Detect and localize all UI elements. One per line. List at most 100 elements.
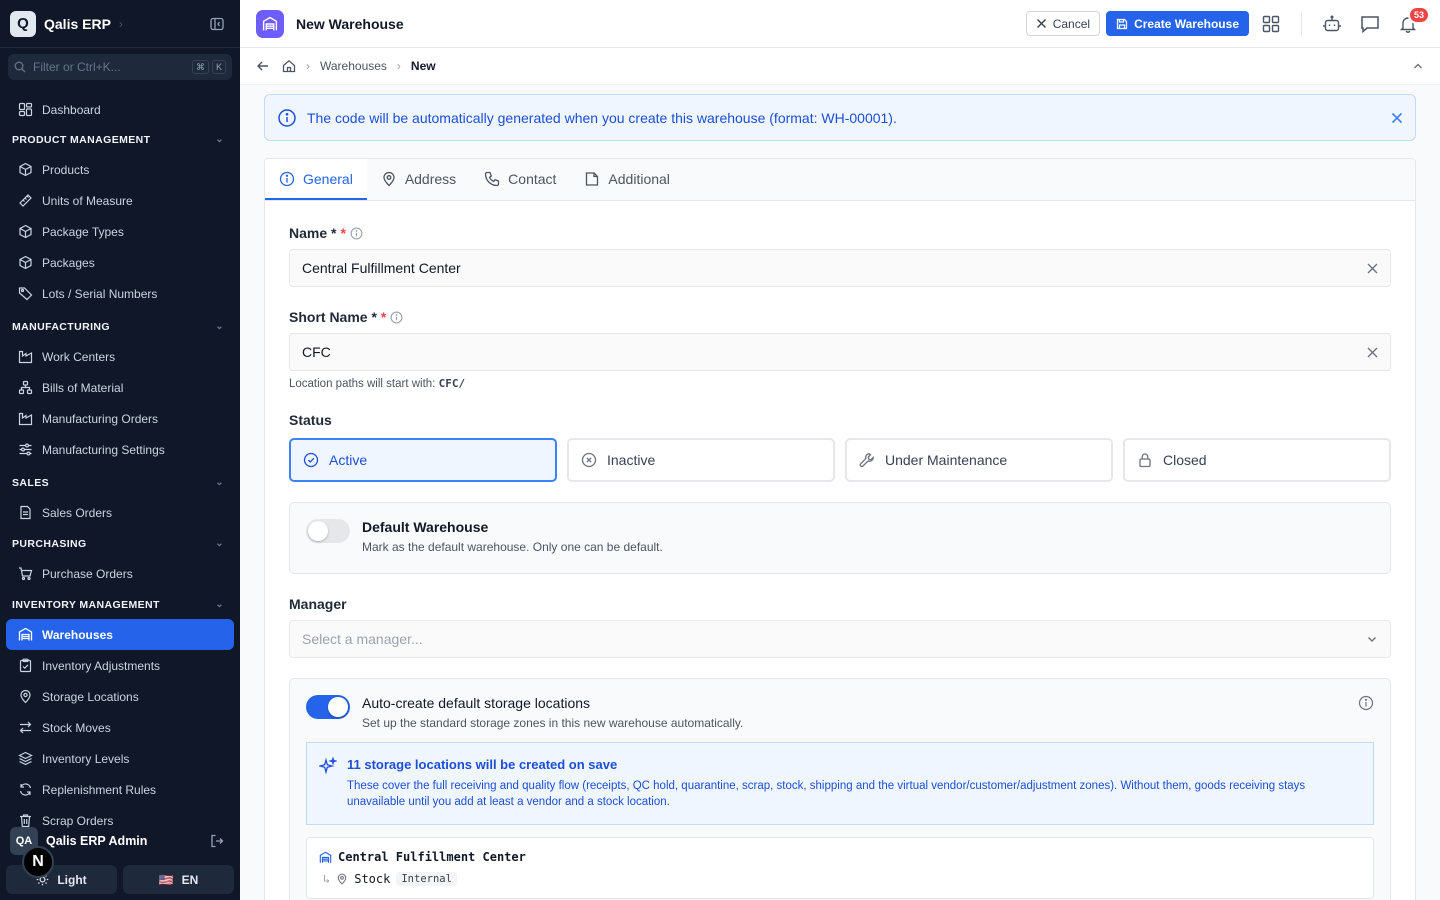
sidebar-item-stock-moves[interactable]: Stock Moves: [6, 712, 234, 743]
chevron-right-icon[interactable]: ›: [119, 17, 123, 31]
status-options: Active Inactive Under Maintenance Closed: [289, 438, 1391, 482]
app-logo[interactable]: Q: [10, 10, 36, 37]
language-button[interactable]: 🇺🇸 EN: [123, 865, 234, 894]
auto-create-switch[interactable]: [306, 695, 350, 719]
sidebar-item-label: Products: [42, 162, 90, 177]
sidebar-collapse-icon[interactable]: [210, 17, 224, 31]
status-active-option[interactable]: Active: [289, 438, 557, 482]
apps-grid-button[interactable]: [1255, 8, 1287, 40]
sidebar-item-label: Package Types: [42, 224, 124, 239]
back-arrow-icon[interactable]: [256, 59, 270, 73]
sidebar-item-sales-orders[interactable]: Sales Orders: [6, 497, 234, 528]
name-field[interactable]: Central Fulfillment Center: [289, 249, 1391, 287]
section-sales[interactable]: SALES ⌄: [0, 468, 240, 497]
manager-select[interactable]: Select a manager...: [289, 620, 1391, 658]
sidebar-item-purchase-orders[interactable]: Purchase Orders: [6, 558, 234, 589]
section-purchasing[interactable]: PURCHASING ⌄: [0, 529, 240, 558]
clear-icon[interactable]: [1367, 347, 1378, 358]
sidebar-item-package-types[interactable]: Package Types: [6, 216, 234, 247]
name-value: Central Fulfillment Center: [302, 260, 461, 276]
cancel-button[interactable]: Cancel: [1025, 11, 1101, 36]
tab-general[interactable]: General: [265, 159, 367, 200]
status-closed-option[interactable]: Closed: [1123, 438, 1391, 482]
auto-create-title: Auto-create default storage locations: [362, 695, 591, 711]
default-warehouse-box: Default Warehouse Mark as the default wa…: [289, 502, 1391, 574]
chevron-up-icon[interactable]: [1412, 60, 1424, 72]
sidebar-item-inventory-levels[interactable]: Inventory Levels: [6, 743, 234, 774]
tab-contact[interactable]: Contact: [470, 159, 570, 200]
sidebar-item-storage-locations[interactable]: Storage Locations: [6, 681, 234, 712]
auto-create-locations-box: Auto-create default storage locations Se…: [289, 678, 1391, 900]
n-badge[interactable]: N: [22, 846, 54, 878]
grid-icon: [1262, 15, 1280, 32]
create-warehouse-button[interactable]: Create Warehouse: [1106, 11, 1249, 36]
sparkles-icon: [319, 757, 337, 775]
sidebar-item-warehouses[interactable]: Warehouses: [6, 619, 234, 650]
sidebar-item-units-of-measure[interactable]: Units of Measure: [6, 185, 234, 216]
app-name[interactable]: Qalis ERP: [44, 16, 111, 32]
sidebar-item-work-centers[interactable]: Work Centers: [6, 341, 234, 372]
phone-icon: [485, 171, 500, 186]
name-label-text: Name *: [289, 225, 337, 241]
info-icon[interactable]: [1358, 695, 1374, 730]
notifications-button[interactable]: 53: [1392, 5, 1430, 40]
locations-tree: Central Fulfillment Center ↳ Stock Inter…: [306, 837, 1374, 899]
map-pin-icon: [20, 689, 31, 704]
banner-text: The code will be automatically generated…: [307, 109, 897, 126]
logout-icon[interactable]: [210, 834, 224, 848]
status-label: Active: [329, 452, 368, 468]
breadcrumb-warehouses[interactable]: Warehouses: [320, 59, 387, 73]
divider: [1301, 11, 1302, 36]
arrows-exchange-icon: [19, 721, 32, 734]
notice-body: These cover the full receiving and quali…: [347, 780, 1306, 808]
sidebar-item-bills-of-material[interactable]: Bills of Material: [6, 372, 234, 403]
page-title: New Warehouse: [296, 15, 404, 32]
sidebar: Q Qalis ERP › Filter or Ctrl+K... ⌘ K Das…: [0, 0, 240, 900]
sidebar-search[interactable]: Filter or Ctrl+K... ⌘ K: [8, 54, 232, 80]
sidebar-item-packages[interactable]: Packages: [6, 247, 234, 278]
clear-icon[interactable]: [1367, 263, 1378, 274]
tab-address[interactable]: Address: [367, 159, 470, 200]
cart-icon: [19, 567, 33, 581]
sidebar-item-manufacturing-settings[interactable]: Manufacturing Settings: [6, 434, 234, 465]
home-icon[interactable]: [282, 59, 296, 73]
tab-additional[interactable]: Additional: [570, 159, 684, 200]
status-inactive-option[interactable]: Inactive: [567, 438, 835, 482]
close-icon[interactable]: [1391, 112, 1403, 124]
assistant-button[interactable]: [1316, 8, 1348, 40]
section-manufacturing[interactable]: MANUFACTURING ⌄: [0, 312, 240, 341]
layers-icon: [18, 751, 33, 766]
section-product-management[interactable]: PRODUCT MANAGEMENT ⌄: [0, 125, 240, 154]
info-icon: [278, 108, 296, 127]
sidebar-item-lots-serial-numbers[interactable]: Lots / Serial Numbers: [6, 278, 234, 309]
name-label: Name * *: [289, 225, 1391, 241]
sidebar-item-products[interactable]: Products: [6, 154, 234, 185]
info-icon[interactable]: [350, 227, 363, 240]
manager-label-text: Manager: [289, 596, 347, 612]
messages-button[interactable]: [1354, 8, 1386, 40]
notification-count-badge: 53: [1407, 5, 1430, 24]
tree-branch-icon: ↳: [323, 872, 331, 886]
info-icon[interactable]: [390, 311, 403, 324]
map-pin-icon: [383, 171, 395, 186]
sliders-icon: [19, 443, 32, 456]
sidebar-item-replenishment-rules[interactable]: Replenishment Rules: [6, 774, 234, 805]
sidebar-nav: Dashboard PRODUCT MANAGEMENT ⌄ Products U…: [0, 94, 240, 836]
x-circle-icon: [581, 452, 597, 468]
section-label: MANUFACTURING: [12, 320, 110, 333]
sidebar-item-dashboard[interactable]: Dashboard: [6, 94, 234, 125]
clipboard-check-icon: [19, 658, 32, 673]
search-shortcut: ⌘ K: [191, 60, 226, 74]
theme-toggle-button[interactable]: Light: [6, 865, 117, 894]
sidebar-item-manufacturing-orders[interactable]: Manufacturing Orders: [6, 403, 234, 434]
default-warehouse-switch[interactable]: [306, 519, 350, 543]
tree-root: Central Fulfillment Center: [319, 850, 1361, 864]
section-inventory-management[interactable]: INVENTORY MANAGEMENT ⌄: [0, 590, 240, 619]
short-name-field[interactable]: CFC: [289, 333, 1391, 371]
sidebar-item-label: Replenishment Rules: [42, 782, 157, 797]
tree-root-label: Central Fulfillment Center: [338, 850, 526, 864]
chevron-down-icon: ⌄: [215, 134, 224, 145]
sidebar-item-inventory-adjustments[interactable]: Inventory Adjustments: [6, 650, 234, 681]
status-maintenance-option[interactable]: Under Maintenance: [845, 438, 1113, 482]
wrench-icon: [859, 453, 874, 468]
